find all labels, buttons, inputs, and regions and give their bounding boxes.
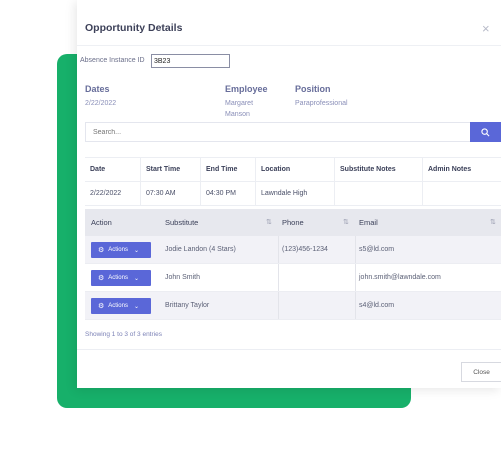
search-button[interactable] [470, 122, 501, 142]
gear-icon: ⚙ [98, 275, 105, 282]
chevron-down-icon: ⌄ [133, 247, 139, 254]
table-row: ⚙ Actions ⌄ Brittany Taylor s4@ld.com [85, 292, 501, 320]
employee-heading: Employee [225, 84, 268, 94]
search-icon [481, 127, 490, 136]
cell-location: Lawndale High [256, 182, 335, 206]
table-row: ⚙ Actions ⌄ John Smith john.smith@lawnda… [85, 264, 501, 292]
column-header-start-time: Start Time [141, 158, 201, 182]
column-header-date: Date [85, 158, 141, 182]
dates-value: 2/22/2022 [85, 100, 117, 107]
employee-last-name: Manson [225, 111, 250, 118]
search-input[interactable] [85, 122, 471, 142]
cell-substitute: Brittany Taylor [165, 302, 210, 309]
employee-value: Margaret Manson [225, 98, 253, 120]
opportunity-details-modal: Opportunity Details × Absence Instance I… [77, 0, 501, 388]
pagination-info: Showing 1 to 3 of 3 entries [85, 331, 162, 338]
modal-header: Opportunity Details × [77, 0, 501, 46]
dates-heading: Dates [85, 84, 110, 94]
actions-dropdown-button[interactable]: ⚙ Actions ⌄ [91, 242, 151, 258]
close-icon[interactable]: × [482, 22, 490, 35]
column-header-phone[interactable]: Phone [276, 209, 304, 236]
position-heading: Position [295, 84, 331, 94]
cell-admin-notes [423, 182, 501, 206]
table-row: 2/22/2022 07:30 AM 04:30 PM Lawndale Hig… [85, 182, 501, 206]
footer-divider [77, 349, 501, 350]
actions-label: Actions [108, 303, 128, 309]
actions-dropdown-button[interactable]: ⚙ Actions ⌄ [91, 298, 151, 314]
cell-email: john.smith@lawndale.com [359, 274, 441, 281]
absence-id-label: Absence Instance ID [80, 57, 145, 64]
employee-first-name: Margaret [225, 100, 254, 107]
cell-date: 2/22/2022 [85, 182, 141, 206]
substitutes-table-header: Action Substitute ⇅ Phone ⇅ Email ⇅ [85, 209, 501, 236]
cell-phone [276, 292, 282, 320]
position-value: Paraprofessional [295, 100, 348, 107]
absence-id-field[interactable] [151, 54, 230, 68]
cell-phone: (123)456-1234 [282, 246, 328, 253]
close-button[interactable]: Close [461, 362, 501, 382]
actions-dropdown-button[interactable]: ⚙ Actions ⌄ [91, 270, 151, 286]
cell-substitute: Jodie Landon (4 Stars) [165, 246, 236, 253]
cell-substitute-notes [335, 182, 423, 206]
column-header-action: Action [91, 218, 112, 227]
schedule-table-header: Date Start Time End Time Location Substi… [85, 158, 501, 182]
schedule-table: Date Start Time End Time Location Substi… [85, 157, 501, 206]
sort-icon[interactable]: ⇅ [266, 209, 272, 236]
column-header-substitute-notes: Substitute Notes [335, 158, 423, 182]
column-header-location: Location [256, 158, 335, 182]
cell-email: s4@ld.com [359, 302, 395, 309]
actions-label: Actions [108, 275, 128, 281]
chevron-down-icon: ⌄ [133, 303, 139, 310]
column-header-admin-notes: Admin Notes [428, 166, 472, 173]
substitutes-table: Action Substitute ⇅ Phone ⇅ Email ⇅ ⚙ Ac… [85, 209, 501, 320]
chevron-down-icon: ⌄ [133, 275, 139, 282]
column-header-substitute[interactable]: Substitute [159, 209, 198, 236]
cell-substitute: John Smith [165, 274, 201, 281]
gear-icon: ⚙ [98, 247, 105, 254]
modal-title: Opportunity Details [85, 22, 183, 34]
column-header-email[interactable]: Email [353, 209, 378, 236]
cell-email: s5@ld.com [359, 246, 395, 253]
cell-end-time: 04:30 PM [201, 182, 256, 206]
sort-icon[interactable]: ⇅ [490, 209, 496, 236]
cell-phone [276, 264, 282, 292]
actions-label: Actions [108, 247, 128, 253]
cell-start-time: 07:30 AM [141, 182, 201, 206]
gear-icon: ⚙ [98, 303, 105, 310]
column-header-end-time: End Time [201, 158, 256, 182]
sort-icon[interactable]: ⇅ [343, 209, 349, 236]
table-row: ⚙ Actions ⌄ Jodie Landon (4 Stars) (123)… [85, 236, 501, 264]
